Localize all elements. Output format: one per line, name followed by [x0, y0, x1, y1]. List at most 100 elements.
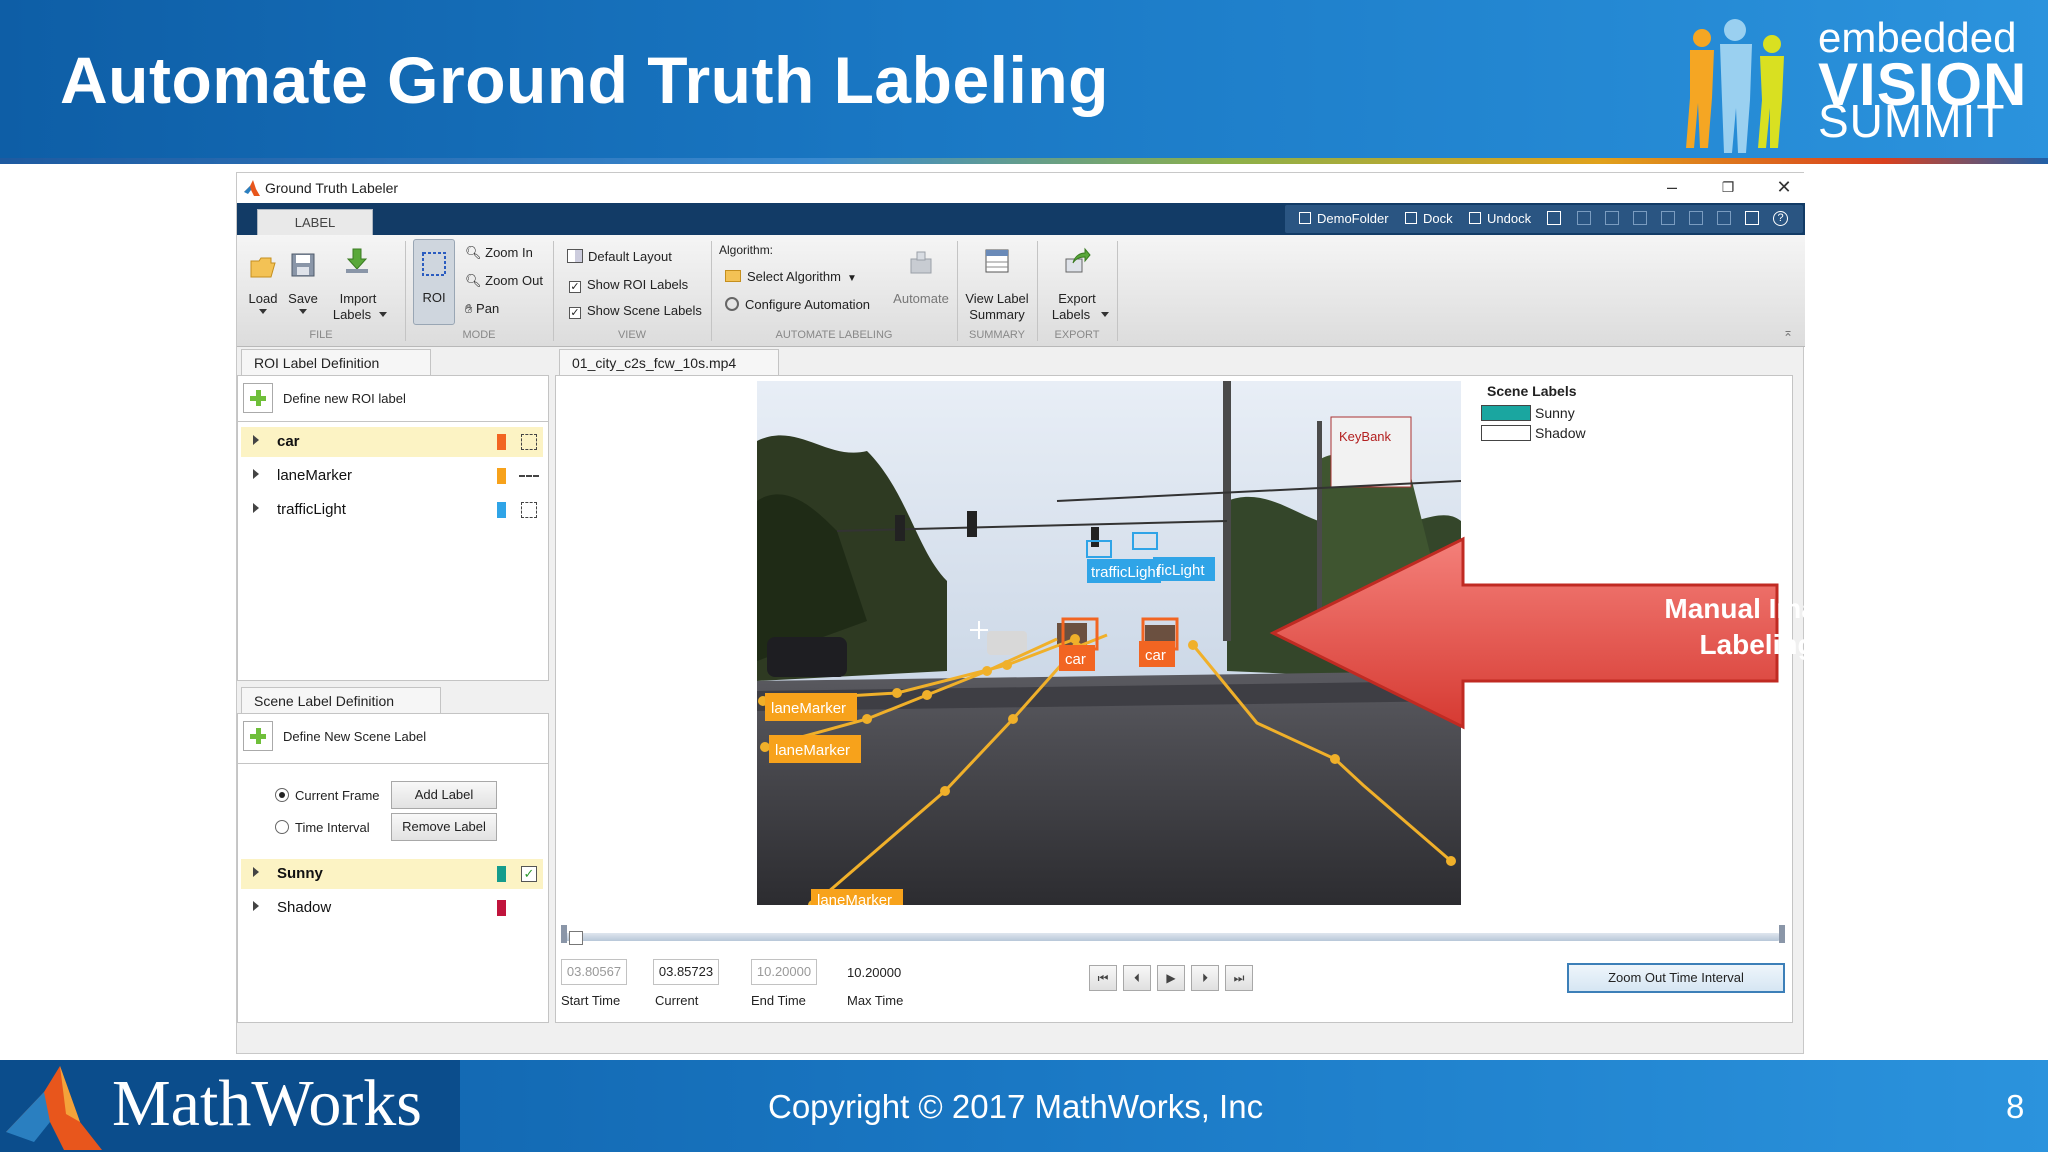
expand-arrow-icon[interactable]: [253, 435, 259, 445]
add-label-button[interactable]: Add Label: [391, 781, 497, 809]
start-time-handle[interactable]: [561, 925, 567, 943]
pan-button[interactable]: ✋︎ Pan: [465, 301, 499, 317]
restore-icon[interactable]: ❐: [1713, 175, 1743, 199]
define-roi-label-button[interactable]: Define new ROI label: [241, 379, 545, 417]
paste-qa-icon[interactable]: [1661, 211, 1675, 225]
scene-label-sunny[interactable]: Sunny ✓: [241, 859, 543, 889]
summary-group-label: SUMMARY: [968, 329, 1026, 341]
current-time-field[interactable]: 03.85723: [653, 959, 719, 985]
zoom-out-icon: 🔍︎: [465, 273, 482, 288]
end-time-handle[interactable]: [1779, 925, 1785, 943]
cut-qa-icon[interactable]: [1605, 211, 1619, 225]
roi-label-car[interactable]: car: [241, 427, 543, 457]
define-scene-label-button[interactable]: Define New Scene Label: [241, 717, 545, 755]
scene-label-definition-tab[interactable]: Scene Label Definition: [241, 687, 441, 713]
export-labels-button[interactable]: Export Labels: [1039, 241, 1115, 331]
view-label-summary-button[interactable]: View Label Summary: [959, 241, 1035, 331]
collapse-ribbon-icon[interactable]: ⌅: [1783, 325, 1797, 339]
copy-qa-icon[interactable]: [1633, 211, 1647, 225]
automate-button[interactable]: Automate: [887, 241, 955, 331]
zoom-out-time-interval-button[interactable]: Zoom Out Time Interval: [1567, 963, 1785, 993]
legend-swatch-sunny: [1481, 405, 1531, 421]
legend-swatch-shadow: [1481, 425, 1531, 441]
last-frame-icon[interactable]: ⏭: [1225, 965, 1253, 991]
select-algorithm-dropdown[interactable]: Select Algorithm ▼: [725, 269, 857, 284]
zoom-in-button[interactable]: 🔍︎ Zoom In: [465, 245, 533, 261]
tab-label[interactable]: LABEL: [257, 209, 373, 235]
roi-mode-button[interactable]: ROI: [413, 239, 455, 325]
chevron-down-icon: [299, 309, 307, 314]
first-frame-icon[interactable]: ⏮: [1089, 965, 1117, 991]
undock-button[interactable]: Undock: [1469, 211, 1531, 226]
redo-qa-icon[interactable]: [1717, 211, 1731, 225]
lanemarker-overlay-label-3: laneMarker: [817, 892, 892, 905]
expand-arrow-icon[interactable]: [253, 469, 259, 479]
manual-labeling-callout-text: Manual Image Labeling: [1664, 593, 1850, 660]
undo-qa-icon[interactable]: [1689, 211, 1703, 225]
color-swatch: [497, 434, 506, 450]
show-scene-labels-checkbox[interactable]: ✓ Show Scene Labels: [569, 303, 702, 319]
demofolder-button[interactable]: DemoFolder: [1299, 211, 1389, 226]
previous-frame-icon[interactable]: ⏴: [1123, 965, 1151, 991]
quick-access-icons: ?: [1547, 211, 1797, 227]
folder-shortcut-icon: [1299, 212, 1311, 224]
radio-unselected-icon: [275, 820, 289, 834]
remove-label-button[interactable]: Remove Label: [391, 813, 497, 841]
video-file-tab[interactable]: 01_city_c2s_fcw_10s.mp4: [559, 349, 779, 375]
export-group-label: EXPORT: [1054, 329, 1100, 341]
algorithm-label: Algorithm:: [719, 243, 774, 257]
undock-icon: [1469, 212, 1481, 224]
scene-label-shadow[interactable]: Shadow: [241, 893, 543, 923]
time-interval-radio[interactable]: Time Interval: [275, 819, 395, 837]
hand-pan-icon: ✋︎: [465, 301, 473, 316]
expand-arrow-icon[interactable]: [253, 901, 259, 911]
window-titlebar[interactable]: Ground Truth Labeler – ❐ ✕: [237, 173, 1805, 203]
layout-qa-icon[interactable]: [1745, 211, 1759, 225]
automate-icon: [910, 251, 932, 274]
zoom-in-icon: 🔍︎: [465, 245, 482, 260]
lanemarker-overlay-label-1: laneMarker: [771, 700, 846, 717]
next-frame-icon[interactable]: ⏵: [1191, 965, 1219, 991]
minimize-icon[interactable]: –: [1657, 175, 1687, 199]
expand-arrow-icon[interactable]: [253, 867, 259, 877]
help-icon[interactable]: ?: [1773, 211, 1788, 226]
mathworks-logo-text: MathWorks: [112, 1067, 422, 1140]
mode-group-label: MODE: [462, 329, 496, 341]
roi-label-trafficlight[interactable]: trafficLight: [241, 495, 543, 525]
checkbox-checked-icon[interactable]: ✓: [521, 866, 537, 882]
configure-automation-button[interactable]: Configure Automation: [725, 297, 870, 312]
load-button[interactable]: Load: [243, 241, 283, 331]
start-time-field[interactable]: 03.80567: [561, 959, 627, 985]
roi-label-definition-tab[interactable]: ROI Label Definition: [241, 349, 431, 375]
chevron-down-icon: ▼: [846, 273, 857, 284]
end-time-field[interactable]: 10.20000: [751, 959, 817, 985]
evs-logo-summit: SUMMIT: [1818, 95, 2006, 147]
zoom-out-button[interactable]: 🔍︎ Zoom Out: [465, 273, 543, 289]
close-icon[interactable]: ✕: [1769, 175, 1799, 199]
default-layout-button[interactable]: Default Layout: [567, 249, 672, 264]
expand-arrow-icon[interactable]: [253, 503, 259, 513]
save-button[interactable]: Save: [283, 241, 323, 331]
play-icon[interactable]: ▶: [1157, 965, 1185, 991]
start-time-label: Start Time: [561, 993, 621, 1008]
trafficlight-overlay-label-1: trafficLight: [1091, 564, 1161, 581]
file-group-label: FILE: [309, 329, 333, 341]
dock-button[interactable]: Dock: [1405, 211, 1453, 226]
car-overlay-label-2: car: [1145, 647, 1166, 664]
group-separator: [553, 241, 554, 341]
plus-icon: [243, 721, 273, 751]
import-labels-button[interactable]: Import Labels: [327, 241, 389, 331]
current-time-handle[interactable]: [569, 931, 583, 945]
gear-icon: [725, 297, 739, 311]
time-slider-track[interactable]: [563, 933, 1781, 941]
roi-label-lanemarker[interactable]: laneMarker: [241, 461, 543, 491]
copyright-text: Copyright © 2017 MathWorks, Inc: [768, 1088, 1264, 1125]
automate-group-label: AUTOMATE LABELING: [775, 329, 893, 341]
help-search-icon[interactable]: [1547, 211, 1561, 225]
show-roi-labels-checkbox[interactable]: ✓ Show ROI Labels: [569, 277, 688, 293]
color-swatch: [497, 502, 506, 518]
ground-truth-labeler-window: Ground Truth Labeler – ❐ ✕ LABEL DemoFol…: [236, 172, 1850, 1054]
save-qa-icon[interactable]: [1577, 211, 1591, 225]
current-frame-radio[interactable]: Current Frame: [275, 787, 395, 805]
current-time-label: Current: [655, 993, 699, 1008]
